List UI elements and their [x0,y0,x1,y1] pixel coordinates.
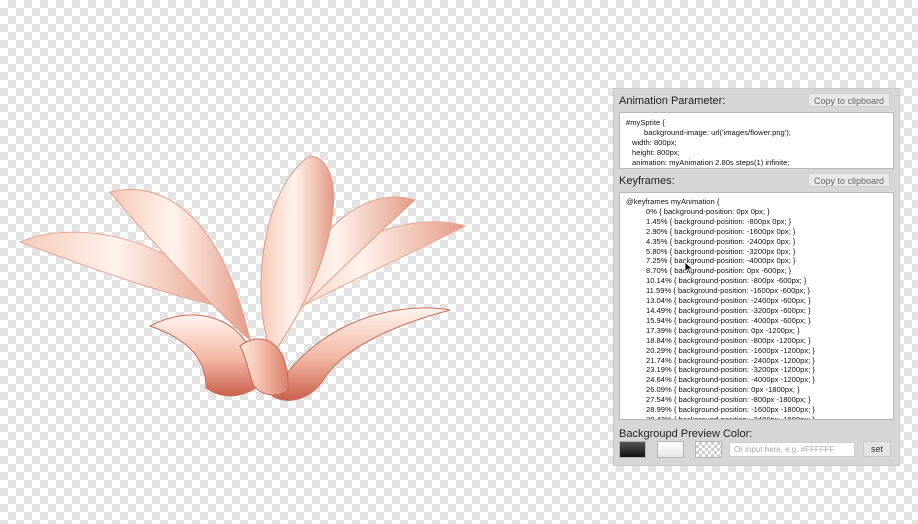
mouse-cursor-icon [684,261,694,275]
copy-animation-parameter-button[interactable]: Copy to clipboard [808,93,890,107]
background-color-controls: set [619,441,894,459]
keyframe-line: 11.59% { background-position: -1600px -6… [646,286,811,296]
animation-parameter-code[interactable]: #mySprite { background-image: url('image… [619,112,894,169]
code-line: } [626,168,887,169]
animation-parameter-header: Animation Parameter: Copy to clipboard [619,93,894,109]
keyframe-line: 17.39% { background-position: 0px -1200p… [646,325,800,335]
keyframe-lines: 0% { background-position: 0px 0px; } 1.45… [626,206,887,420]
keyframe-line: 18.84% { background-position: -800px -12… [646,335,811,345]
keyframe-line: 5.80% { background-position: -3200px 0px… [646,246,796,256]
keyframe-line: 7.25% { background-position: -4000px 0px… [646,256,796,266]
keyframe-line: 30.43% { background-position: -2400px -1… [646,414,815,420]
code-line: #mySprite { [626,118,665,127]
keyframe-line: 14.49% { background-position: -3200px -6… [646,305,811,315]
keyframes-declaration: @keyframes myAnimation { [626,197,720,206]
keyframe-line: 0% { background-position: 0px 0px; } [646,206,770,216]
keyframe-line: 2.90% { background-position: -1600px 0px… [646,226,796,236]
keyframes-title: Keyframes: [619,175,675,187]
keyframes-header: Keyframes: Copy to clipboard [619,173,894,189]
keyframe-line: 23.19% { background-position: -3200px -1… [646,365,815,375]
code-line: background-image: url('images/flower.png… [644,127,791,137]
background-color-input[interactable] [729,442,855,457]
code-line: animation: myAnimation 2.80s steps(1) in… [632,157,790,167]
keyframe-line: 26.09% { background-position: 0px -1800p… [646,385,800,395]
transparent-swatch-button[interactable] [695,441,722,458]
sprite-preview-area [0,0,610,524]
keyframe-line: 27.54% { background-position: -800px -18… [646,395,811,405]
copy-keyframes-button[interactable]: Copy to clipboard [808,173,890,187]
code-line: height: 800px; [632,147,680,157]
keyframe-line: 20.29% { background-position: -1600px -1… [646,345,815,355]
animation-parameter-title: Animation Parameter: [619,95,726,107]
keyframe-line: 13.04% { background-position: -2400px -6… [646,296,811,306]
petal-lower-right [271,307,451,401]
white-swatch-button[interactable] [657,441,684,458]
keyframe-line: 15.94% { background-position: -4000px -6… [646,315,811,325]
set-color-button[interactable]: set [863,441,891,457]
keyframe-line: 21.74% { background-position: -2400px -1… [646,355,815,365]
petal-center [260,155,334,357]
keyframe-line: 4.35% { background-position: -2400px 0px… [646,236,796,246]
background-preview-title: Backgroupd Preview Color: [619,428,753,440]
code-line: width: 800px; [632,137,677,147]
keyframe-line: 24.64% { background-position: -4000px -1… [646,375,815,385]
sprite-settings-panel: Animation Parameter: Copy to clipboard #… [613,88,900,466]
keyframe-line: 1.45% { background-position: -800px 0px;… [646,216,792,226]
background-preview-header: Backgroupd Preview Color: [619,426,894,442]
keyframe-line: 8.70% { background-position: 0px -600px;… [646,266,792,276]
keyframe-line: 28.99% { background-position: -1600px -1… [646,405,815,415]
black-swatch-button[interactable] [619,441,646,458]
keyframes-code[interactable]: @keyframes myAnimation { 0% { background… [619,192,894,420]
flower-sprite-image [18,155,467,401]
keyframe-line: 10.14% { background-position: -800px -60… [646,276,807,286]
